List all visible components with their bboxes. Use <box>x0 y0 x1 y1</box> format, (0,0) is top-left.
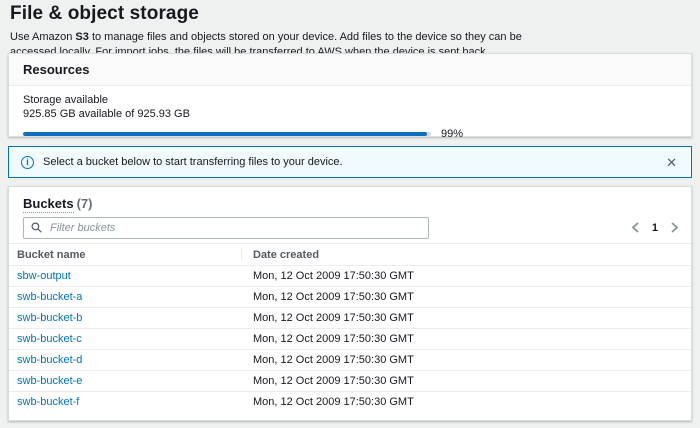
bucket-link[interactable]: sbw-output <box>17 270 71 282</box>
buckets-heading: Buckets(7) <box>9 187 691 211</box>
previous-page-button[interactable] <box>627 220 644 235</box>
table-row: swb-bucket-f Mon, 12 Oct 2009 17:50:30 GM… <box>9 392 691 413</box>
bucket-date-cell: Mon, 12 Oct 2009 17:50:30 GMT <box>241 287 691 308</box>
resources-panel: Resources Storage available 925.85 GB av… <box>8 53 692 137</box>
chevron-right-icon <box>670 222 679 233</box>
description-text: Use Amazon <box>10 31 75 43</box>
resources-panel-body: Storage available 925.85 GB available of… <box>9 86 691 140</box>
description-s3-emphasis: S3 <box>75 31 88 43</box>
next-page-button[interactable] <box>666 220 683 235</box>
table-header-row: Bucket name Date created <box>9 244 691 266</box>
info-banner: i Select a bucket below to start transfe… <box>8 146 692 178</box>
bucket-name-cell: swb-bucket-a <box>9 287 241 308</box>
bucket-link[interactable]: swb-bucket-d <box>17 354 82 366</box>
filter-buckets-input[interactable] <box>48 221 421 235</box>
bucket-name-cell: sbw-output <box>9 266 241 287</box>
resources-panel-header: Resources <box>9 54 691 86</box>
search-icon <box>31 222 42 233</box>
storage-progress: 99% <box>23 128 677 140</box>
storage-progress-fill <box>23 132 427 136</box>
chevron-left-icon <box>631 222 640 233</box>
bucket-date-cell: Mon, 12 Oct 2009 17:50:30 GMT <box>241 392 691 413</box>
table-row: swb-bucket-a Mon, 12 Oct 2009 17:50:30 GM… <box>9 287 691 308</box>
current-page-number[interactable]: 1 <box>652 222 658 234</box>
table-row: swb-bucket-b Mon, 12 Oct 2009 17:50:30 GM… <box>9 308 691 329</box>
buckets-table: Bucket name Date created sbw-output Mon, … <box>9 243 691 413</box>
table-row: swb-bucket-c Mon, 12 Oct 2009 17:50:30 GM… <box>9 329 691 350</box>
storage-progress-percent: 99% <box>441 128 463 140</box>
bucket-date-cell: Mon, 12 Oct 2009 17:50:30 GMT <box>241 329 691 350</box>
column-header-date-created[interactable]: Date created <box>241 244 691 266</box>
bucket-name-cell: swb-bucket-e <box>9 371 241 392</box>
storage-available-label: Storage available <box>23 94 677 106</box>
storage-progress-track <box>23 132 431 136</box>
buckets-title[interactable]: Buckets <box>23 196 74 213</box>
buckets-controls: 1 <box>9 211 691 243</box>
banner-close-button[interactable]: ✕ <box>664 156 679 169</box>
page-header: File & object storage Use Amazon S3 to m… <box>10 3 650 60</box>
bucket-name-cell: swb-bucket-d <box>9 350 241 371</box>
bucket-name-cell: swb-bucket-f <box>9 392 241 413</box>
column-header-bucket-name[interactable]: Bucket name <box>9 244 241 266</box>
bucket-date-cell: Mon, 12 Oct 2009 17:50:30 GMT <box>241 350 691 371</box>
page-title: File & object storage <box>10 3 650 25</box>
buckets-count: (7) <box>77 196 93 211</box>
bucket-name-cell: swb-bucket-b <box>9 308 241 329</box>
close-icon: ✕ <box>666 155 677 170</box>
bucket-link[interactable]: swb-bucket-b <box>17 312 82 324</box>
pagination: 1 <box>627 220 683 235</box>
bucket-date-cell: Mon, 12 Oct 2009 17:50:30 GMT <box>241 266 691 287</box>
info-icon: i <box>21 156 34 169</box>
bucket-date-cell: Mon, 12 Oct 2009 17:50:30 GMT <box>241 371 691 392</box>
file-object-storage-page: File & object storage Use Amazon S3 to m… <box>0 0 700 428</box>
bucket-link[interactable]: swb-bucket-f <box>17 396 79 408</box>
storage-available-value: 925.85 GB available of 925.93 GB <box>23 108 677 120</box>
bucket-link[interactable]: swb-bucket-a <box>17 291 82 303</box>
filter-box[interactable] <box>23 217 429 239</box>
bucket-name-cell: swb-bucket-c <box>9 329 241 350</box>
bucket-link[interactable]: swb-bucket-e <box>17 375 82 387</box>
table-row: sbw-output Mon, 12 Oct 2009 17:50:30 GMT <box>9 266 691 287</box>
buckets-panel: Buckets(7) 1 <box>8 186 692 421</box>
buckets-table-body: sbw-outputMon, 12 Oct 2009 17:50:30 GMTs… <box>9 266 691 413</box>
info-banner-message: Select a bucket below to start transferr… <box>43 156 664 168</box>
bucket-link[interactable]: swb-bucket-c <box>17 333 82 345</box>
table-row: swb-bucket-d Mon, 12 Oct 2009 17:50:30 GM… <box>9 350 691 371</box>
table-row: swb-bucket-e Mon, 12 Oct 2009 17:50:30 GM… <box>9 371 691 392</box>
bucket-date-cell: Mon, 12 Oct 2009 17:50:30 GMT <box>241 308 691 329</box>
